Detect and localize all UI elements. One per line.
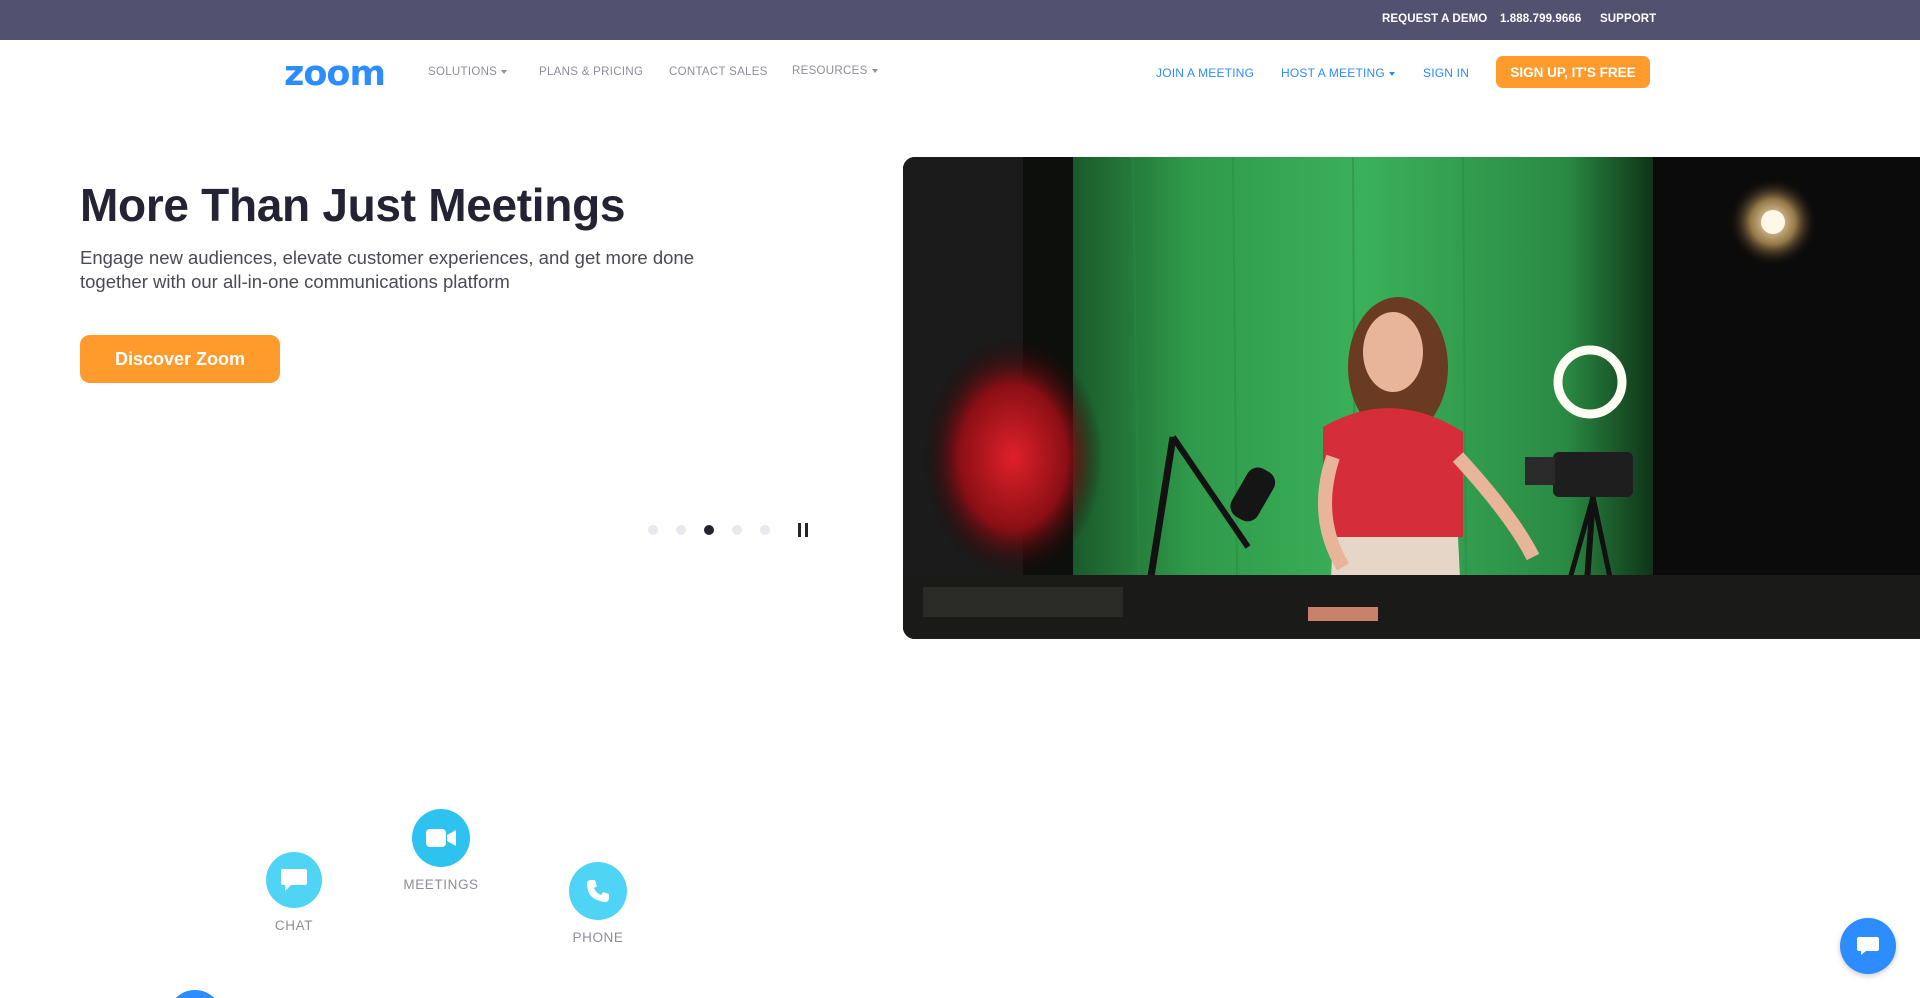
phone-handset-icon: [569, 862, 627, 920]
carousel-dot-5[interactable]: [760, 525, 770, 535]
product-meetings-label: MEETINGS: [403, 877, 479, 892]
video-camera-icon: [412, 809, 470, 867]
chevron-down-icon: [501, 69, 508, 74]
carousel-dot-4[interactable]: [732, 525, 742, 535]
chevron-down-icon: [871, 68, 878, 73]
chevron-down-icon: [1388, 71, 1395, 76]
hero-title: More Than Just Meetings: [80, 179, 626, 231]
discover-zoom-button[interactable]: Discover Zoom: [80, 335, 280, 383]
hero-subtitle: Engage new audiences, elevate customer e…: [80, 247, 694, 292]
nav-solutions-label: SOLUTIONS: [428, 66, 498, 78]
sign-up-button[interactable]: SIGN UP, IT'S FREE: [1496, 56, 1650, 88]
product-meetings[interactable]: MEETINGS: [398, 809, 484, 892]
support-link[interactable]: SUPPORT: [1600, 13, 1656, 25]
phone-number-link[interactable]: 1.888.799.9666: [1500, 13, 1581, 25]
zoom-logo[interactable]: zoom: [284, 54, 386, 94]
utility-bar: REQUEST A DEMO 1.888.799.9666 SUPPORT: [0, 0, 1920, 40]
partial-product-icon[interactable]: [168, 990, 222, 998]
product-chat-label: CHAT: [274, 918, 314, 933]
chat-support-button[interactable]: [1840, 918, 1896, 974]
carousel-dot-1[interactable]: [648, 525, 658, 535]
main-navbar: zoom SOLUTIONS PLANS & PRICING CONTACT S…: [0, 40, 1920, 104]
product-chat[interactable]: CHAT: [256, 852, 332, 933]
product-phone[interactable]: PHONE: [562, 862, 634, 945]
host-meeting-label: HOST A MEETING: [1281, 66, 1385, 80]
chat-bubble-icon: [1857, 937, 1879, 955]
pause-icon[interactable]: [798, 523, 810, 537]
sign-in-link[interactable]: SIGN IN: [1423, 66, 1469, 80]
hero-image: [903, 157, 1920, 639]
nav-resources-label: RESOURCES: [792, 65, 868, 77]
product-phone-label: PHONE: [572, 930, 624, 945]
carousel-dot-3[interactable]: [704, 525, 714, 535]
nav-solutions[interactable]: SOLUTIONS: [428, 66, 508, 78]
nav-plans-pricing[interactable]: PLANS & PRICING: [539, 66, 643, 78]
request-demo-link[interactable]: REQUEST A DEMO: [1382, 13, 1487, 25]
carousel-dot-2[interactable]: [676, 525, 686, 535]
studio-scene-illustration: [903, 157, 1920, 639]
nav-resources[interactable]: RESOURCES: [792, 65, 878, 77]
join-meeting-link[interactable]: JOIN A MEETING: [1156, 66, 1254, 80]
host-meeting-link[interactable]: HOST A MEETING: [1281, 66, 1395, 80]
speech-bubble-icon: [266, 852, 322, 908]
nav-contact-sales[interactable]: CONTACT SALES: [669, 66, 768, 78]
